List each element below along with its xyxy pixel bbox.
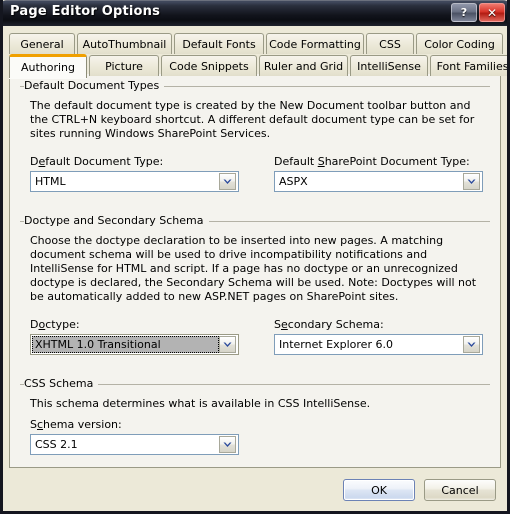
group-title-default-document-types: Default Document Types — [24, 79, 165, 92]
chevron-down-icon[interactable] — [219, 173, 236, 190]
combo-secondary-schema-value: Internet Explorer 6.0 — [279, 338, 393, 351]
tab-authoring[interactable]: Authoring — [9, 54, 87, 78]
tab-font-families[interactable]: Font Families — [430, 55, 510, 76]
label-schema-version: Schema version: — [30, 418, 122, 431]
combo-default-document-type[interactable]: HTML — [30, 171, 239, 192]
combo-sharepoint-document-type[interactable]: ASPX — [274, 171, 483, 192]
page-editor-options-dialog: Page Editor Options ? ✕ General AutoThum… — [0, 0, 510, 514]
authoring-tab-panel: PConline.com.cn 太平洋电脑网 Default Document … — [9, 74, 501, 468]
doctype-schema-description: Choose the doctype declaration to be ins… — [30, 234, 477, 303]
tab-intellisense[interactable]: IntelliSense — [350, 55, 428, 76]
combo-doctype-value: XHTML 1.0 Transitional — [32, 336, 219, 353]
label-default-document-type: Default Document Type: — [30, 155, 164, 168]
label-sharepoint-document-type: Default SharePoint Document Type: — [274, 155, 470, 168]
combo-schema-version-value: CSS 2.1 — [35, 438, 78, 451]
tab-ruler-and-grid[interactable]: Ruler and Grid — [259, 55, 348, 76]
tab-row-bottom: Authoring Picture Code Snippets Ruler an… — [9, 54, 510, 78]
tab-css[interactable]: CSS — [366, 33, 414, 54]
cancel-button[interactable]: Cancel — [424, 479, 496, 501]
close-button[interactable]: ✕ — [479, 3, 505, 22]
combo-doctype[interactable]: XHTML 1.0 Transitional — [30, 334, 239, 355]
group-title-doctype-and-secondary-schema: Doctype and Secondary Schema — [24, 214, 209, 227]
chevron-down-icon[interactable] — [219, 436, 236, 453]
css-schema-description: This schema determines what is available… — [30, 397, 371, 410]
label-secondary-schema: Secondary Schema: — [274, 318, 384, 331]
chevron-down-icon[interactable] — [219, 336, 236, 353]
tab-strip: General AutoThumbnail Default Fonts Code… — [9, 33, 510, 78]
document-types-description: The default document type is created by … — [30, 99, 475, 140]
tab-row-top: General AutoThumbnail Default Fonts Code… — [9, 33, 503, 54]
help-button[interactable]: ? — [451, 3, 477, 22]
dialog-footer: OK Cancel — [0, 474, 510, 514]
combo-secondary-schema[interactable]: Internet Explorer 6.0 — [274, 334, 483, 355]
tab-code-formatting[interactable]: Code Formatting — [266, 33, 364, 54]
group-doctype-and-secondary-schema: Doctype and Secondary Schema Choose the … — [10, 214, 500, 379]
chevron-down-icon[interactable] — [463, 173, 480, 190]
combo-schema-version[interactable]: CSS 2.1 — [30, 434, 239, 455]
group-default-document-types: Default Document Types The default docum… — [10, 79, 500, 204]
tab-picture[interactable]: Picture — [89, 55, 159, 76]
window-title: Page Editor Options — [10, 4, 161, 19]
group-title-css-schema: CSS Schema — [24, 377, 99, 390]
group-css-schema: CSS Schema This schema determines what i… — [10, 377, 500, 467]
tab-code-snippets[interactable]: Code Snippets — [161, 55, 257, 76]
tab-general[interactable]: General — [9, 33, 75, 54]
tab-color-coding[interactable]: Color Coding — [416, 33, 503, 54]
combo-sharepoint-document-type-value: ASPX — [279, 175, 308, 188]
label-doctype: Doctype: — [30, 318, 80, 331]
chevron-down-icon[interactable] — [463, 336, 480, 353]
tab-autothumbnail[interactable]: AutoThumbnail — [77, 33, 172, 54]
combo-default-document-type-value: HTML — [35, 175, 66, 188]
title-bar-buttons: ? ✕ — [451, 3, 505, 22]
tab-default-fonts[interactable]: Default Fonts — [174, 33, 264, 54]
ok-button[interactable]: OK — [343, 479, 415, 501]
title-bar[interactable]: Page Editor Options ? ✕ — [0, 0, 510, 26]
